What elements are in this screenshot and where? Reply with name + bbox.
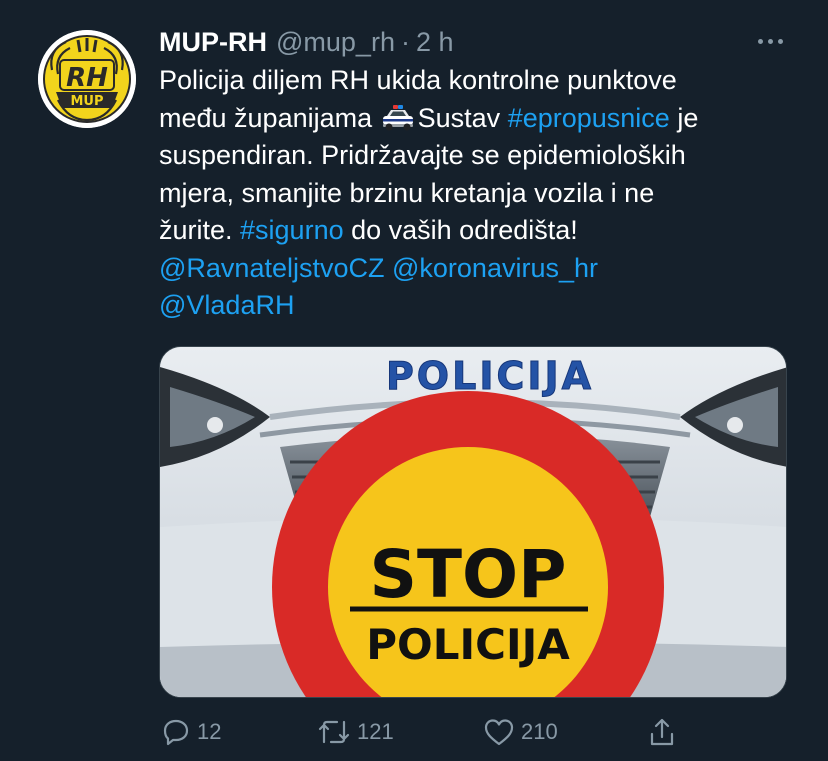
retweet-button[interactable]: 121	[317, 712, 394, 752]
share-icon	[650, 718, 674, 746]
tweet-actions: 12 121 210	[159, 712, 759, 752]
text-line: suspendiran. Pridržavajte se epidemiološ…	[159, 140, 686, 170]
reply-button[interactable]: 12	[161, 712, 221, 752]
mention-link[interactable]: @koronavirus_hr	[392, 253, 598, 283]
text-fragment: među županijama	[159, 102, 380, 133]
reply-count: 12	[197, 719, 222, 744]
police-car-stop-sign-photo: POLICIJA STOP POLICIJA	[160, 347, 786, 697]
like-icon	[484, 719, 514, 746]
text-line: među županijama Sustav #epropusnice je	[159, 100, 799, 138]
avatar[interactable]: RH MUP	[38, 30, 136, 128]
timestamp[interactable]: 2 h	[416, 27, 454, 58]
mup-logo: RH MUP	[38, 30, 136, 128]
svg-text:MUP: MUP	[70, 94, 103, 109]
sign-bottom-text: POLICIJA	[366, 620, 570, 669]
police-car-emoji-icon	[382, 104, 413, 130]
text-line: @RavnateljstvoCZ @koronavirus_hr	[159, 250, 799, 288]
tweet-header: MUP-RH @mup_rh · 2 h	[159, 24, 454, 60]
share-button[interactable]	[647, 712, 677, 752]
text-line: mjera, smanjite brzinu kretanja vozila i…	[159, 177, 655, 208]
text-fragment: žurite.	[159, 215, 241, 245]
text-line: @VladaRH	[159, 287, 799, 325]
hashtag-link[interactable]: #epropusnice	[508, 103, 670, 133]
car-label: POLICIJA	[386, 354, 594, 398]
sign-top-text: STOP	[369, 536, 566, 613]
mention-link[interactable]: @RavnateljstvoCZ	[159, 253, 384, 283]
text-fragment: je	[669, 102, 699, 133]
more-options-icon[interactable]	[750, 26, 790, 56]
tweet-image[interactable]: POLICIJA STOP POLICIJA	[159, 346, 787, 698]
retweet-icon	[318, 720, 350, 744]
hashtag-link[interactable]: #sigurno	[240, 215, 344, 245]
tweet-text: Policija diljem RH ukida kontrolne punkt…	[159, 62, 799, 325]
text-fragment: Sustav	[417, 102, 508, 133]
mention-link[interactable]: @VladaRH	[159, 290, 294, 320]
like-count: 210	[521, 719, 558, 744]
text-fragment: do vaših odredišta!	[343, 215, 578, 245]
text-line: Policija diljem RH ukida kontrolne punkt…	[159, 65, 677, 95]
reply-icon	[163, 719, 189, 746]
svg-text:RH: RH	[66, 63, 108, 93]
like-button[interactable]: 210	[483, 712, 558, 752]
handle[interactable]: @mup_rh	[276, 27, 395, 58]
display-name[interactable]: MUP-RH	[159, 27, 267, 58]
retweet-count: 121	[357, 719, 394, 744]
tweet[interactable]: RH MUP MUP-RH @mup_rh · 2 h Policija dil…	[0, 0, 828, 761]
separator: ·	[400, 26, 410, 57]
text-line: žurite. #sigurno do vaših odredišta!	[159, 212, 799, 250]
